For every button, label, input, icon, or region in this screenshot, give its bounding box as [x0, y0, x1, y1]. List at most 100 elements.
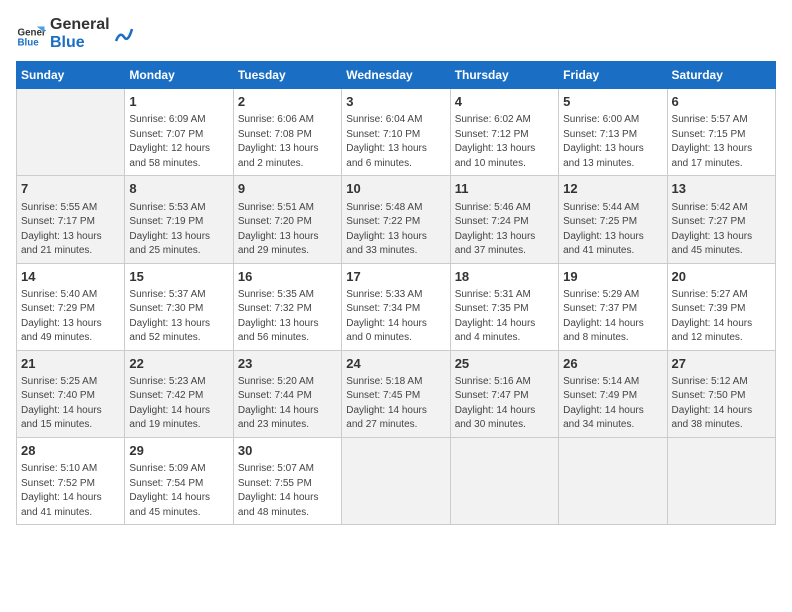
calendar-cell: 6 Sunrise: 5:57 AM Sunset: 7:15 PM Daylig… — [667, 89, 775, 176]
day-info: Sunrise: 5:55 AM Sunset: 7:17 PM Dayligh… — [21, 201, 120, 259]
day-info: Sunrise: 5:40 AM Sunset: 7:29 PM Dayligh… — [21, 288, 120, 346]
day-info: Sunrise: 5:14 AM Sunset: 7:49 PM Dayligh… — [563, 375, 662, 433]
svg-text:Blue: Blue — [18, 37, 40, 48]
day-number: 18 — [455, 268, 554, 286]
day-info: Sunrise: 5:37 AM Sunset: 7:30 PM Dayligh… — [129, 288, 228, 346]
calendar-cell: 22 Sunrise: 5:23 AM Sunset: 7:42 PM Dayli… — [125, 350, 233, 437]
calendar-cell: 20Sunrise: 5:27 AM Sunset: 7:39 PM Dayli… — [667, 263, 775, 350]
day-info: Sunrise: 5:57 AM Sunset: 7:15 PM Dayligh… — [672, 113, 771, 171]
day-number: 11 — [455, 180, 554, 198]
day-number: 27 — [672, 355, 771, 373]
calendar-cell: 19 Sunrise: 5:29 AM Sunset: 7:37 PM Dayli… — [559, 263, 667, 350]
day-number: 6 — [672, 93, 771, 111]
day-number: 17 — [346, 268, 445, 286]
day-number: 4 — [455, 93, 554, 111]
calendar-cell: 30 Sunrise: 5:07 AM Sunset: 7:55 PM Dayli… — [233, 437, 341, 524]
day-info: Sunrise: 5:31 AM Sunset: 7:35 PM Dayligh… — [455, 288, 554, 346]
calendar-header: SundayMondayTuesdayWednesdayThursdayFrid… — [17, 62, 776, 89]
day-info: Sunrise: 6:04 AM Sunset: 7:10 PM Dayligh… — [346, 113, 445, 171]
day-info: Sunrise: 5:09 AM Sunset: 7:54 PM Dayligh… — [129, 462, 228, 520]
day-info: Sunrise: 5:29 AM Sunset: 7:37 PM Dayligh… — [563, 288, 662, 346]
header-cell-thursday: Thursday — [450, 62, 558, 89]
day-info: Sunrise: 5:16 AM Sunset: 7:47 PM Dayligh… — [455, 375, 554, 433]
calendar-cell: 10Sunrise: 5:48 AM Sunset: 7:22 PM Dayli… — [342, 176, 450, 263]
day-info: Sunrise: 5:10 AM Sunset: 7:52 PM Dayligh… — [21, 462, 120, 520]
day-info: Sunrise: 5:12 AM Sunset: 7:50 PM Dayligh… — [672, 375, 771, 433]
header-cell-monday: Monday — [125, 62, 233, 89]
day-number: 16 — [238, 268, 337, 286]
calendar-cell: 28 Sunrise: 5:10 AM Sunset: 7:52 PM Dayli… — [17, 437, 125, 524]
day-info: Sunrise: 6:02 AM Sunset: 7:12 PM Dayligh… — [455, 113, 554, 171]
calendar-cell: 4 Sunrise: 6:02 AM Sunset: 7:12 PM Daylig… — [450, 89, 558, 176]
header-cell-wednesday: Wednesday — [342, 62, 450, 89]
day-number: 1 — [129, 93, 228, 111]
calendar-week-5: 28 Sunrise: 5:10 AM Sunset: 7:52 PM Dayli… — [17, 437, 776, 524]
calendar-cell: 3Sunrise: 6:04 AM Sunset: 7:10 PM Daylig… — [342, 89, 450, 176]
logo-blue: Blue — [50, 34, 110, 52]
day-info: Sunrise: 5:46 AM Sunset: 7:24 PM Dayligh… — [455, 201, 554, 259]
day-info: Sunrise: 5:07 AM Sunset: 7:55 PM Dayligh… — [238, 462, 337, 520]
day-info: Sunrise: 5:44 AM Sunset: 7:25 PM Dayligh… — [563, 201, 662, 259]
day-number: 19 — [563, 268, 662, 286]
calendar-cell: 24Sunrise: 5:18 AM Sunset: 7:45 PM Dayli… — [342, 350, 450, 437]
header-cell-sunday: Sunday — [17, 62, 125, 89]
day-number: 8 — [129, 180, 228, 198]
header-cell-tuesday: Tuesday — [233, 62, 341, 89]
calendar-cell: 15 Sunrise: 5:37 AM Sunset: 7:30 PM Dayli… — [125, 263, 233, 350]
day-number: 5 — [563, 93, 662, 111]
day-info: Sunrise: 5:23 AM Sunset: 7:42 PM Dayligh… — [129, 375, 228, 433]
day-info: Sunrise: 5:42 AM Sunset: 7:27 PM Dayligh… — [672, 201, 771, 259]
day-info: Sunrise: 6:09 AM Sunset: 7:07 PM Dayligh… — [129, 113, 228, 171]
calendar-cell: 27 Sunrise: 5:12 AM Sunset: 7:50 PM Dayli… — [667, 350, 775, 437]
day-number: 7 — [21, 180, 120, 198]
day-number: 12 — [563, 180, 662, 198]
day-number: 29 — [129, 442, 228, 460]
calendar-cell: 2 Sunrise: 6:06 AM Sunset: 7:08 PM Daylig… — [233, 89, 341, 176]
day-info: Sunrise: 5:20 AM Sunset: 7:44 PM Dayligh… — [238, 375, 337, 433]
day-number: 10 — [346, 180, 445, 198]
day-info: Sunrise: 5:18 AM Sunset: 7:45 PM Dayligh… — [346, 375, 445, 433]
calendar-cell: 1 Sunrise: 6:09 AM Sunset: 7:07 PM Daylig… — [125, 89, 233, 176]
calendar-week-4: 21 Sunrise: 5:25 AM Sunset: 7:40 PM Dayli… — [17, 350, 776, 437]
calendar-cell — [17, 89, 125, 176]
calendar-cell — [342, 437, 450, 524]
calendar-cell: 14Sunrise: 5:40 AM Sunset: 7:29 PM Dayli… — [17, 263, 125, 350]
logo-general: General — [50, 16, 110, 34]
page-header: General Blue General Blue — [16, 16, 776, 51]
calendar-cell: 25Sunrise: 5:16 AM Sunset: 7:47 PM Dayli… — [450, 350, 558, 437]
header-row: SundayMondayTuesdayWednesdayThursdayFrid… — [17, 62, 776, 89]
day-info: Sunrise: 5:27 AM Sunset: 7:39 PM Dayligh… — [672, 288, 771, 346]
calendar-cell: 8 Sunrise: 5:53 AM Sunset: 7:19 PM Daylig… — [125, 176, 233, 263]
day-number: 2 — [238, 93, 337, 111]
day-info: Sunrise: 5:53 AM Sunset: 7:19 PM Dayligh… — [129, 201, 228, 259]
calendar-cell: 11 Sunrise: 5:46 AM Sunset: 7:24 PM Dayli… — [450, 176, 558, 263]
calendar-cell: 23Sunrise: 5:20 AM Sunset: 7:44 PM Dayli… — [233, 350, 341, 437]
day-info: Sunrise: 5:51 AM Sunset: 7:20 PM Dayligh… — [238, 201, 337, 259]
calendar-cell — [450, 437, 558, 524]
day-info: Sunrise: 6:06 AM Sunset: 7:08 PM Dayligh… — [238, 113, 337, 171]
calendar-week-2: 7 Sunrise: 5:55 AM Sunset: 7:17 PM Daylig… — [17, 176, 776, 263]
day-number: 30 — [238, 442, 337, 460]
day-info: Sunrise: 5:35 AM Sunset: 7:32 PM Dayligh… — [238, 288, 337, 346]
calendar-week-3: 14Sunrise: 5:40 AM Sunset: 7:29 PM Dayli… — [17, 263, 776, 350]
logo: General Blue General Blue — [16, 16, 134, 51]
day-number: 22 — [129, 355, 228, 373]
calendar-cell: 7 Sunrise: 5:55 AM Sunset: 7:17 PM Daylig… — [17, 176, 125, 263]
calendar-cell: 18 Sunrise: 5:31 AM Sunset: 7:35 PM Dayli… — [450, 263, 558, 350]
day-number: 28 — [21, 442, 120, 460]
day-number: 13 — [672, 180, 771, 198]
calendar-cell — [559, 437, 667, 524]
calendar-cell: 21 Sunrise: 5:25 AM Sunset: 7:40 PM Dayli… — [17, 350, 125, 437]
day-info: Sunrise: 6:00 AM Sunset: 7:13 PM Dayligh… — [563, 113, 662, 171]
day-info: Sunrise: 5:33 AM Sunset: 7:34 PM Dayligh… — [346, 288, 445, 346]
header-cell-friday: Friday — [559, 62, 667, 89]
calendar-cell: 9Sunrise: 5:51 AM Sunset: 7:20 PM Daylig… — [233, 176, 341, 263]
calendar-cell: 13 Sunrise: 5:42 AM Sunset: 7:27 PM Dayli… — [667, 176, 775, 263]
day-info: Sunrise: 5:25 AM Sunset: 7:40 PM Dayligh… — [21, 375, 120, 433]
logo-wave-icon — [114, 23, 134, 45]
day-number: 21 — [21, 355, 120, 373]
day-number: 26 — [563, 355, 662, 373]
day-number: 15 — [129, 268, 228, 286]
calendar-week-1: 1 Sunrise: 6:09 AM Sunset: 7:07 PM Daylig… — [17, 89, 776, 176]
calendar-cell: 5 Sunrise: 6:00 AM Sunset: 7:13 PM Daylig… — [559, 89, 667, 176]
